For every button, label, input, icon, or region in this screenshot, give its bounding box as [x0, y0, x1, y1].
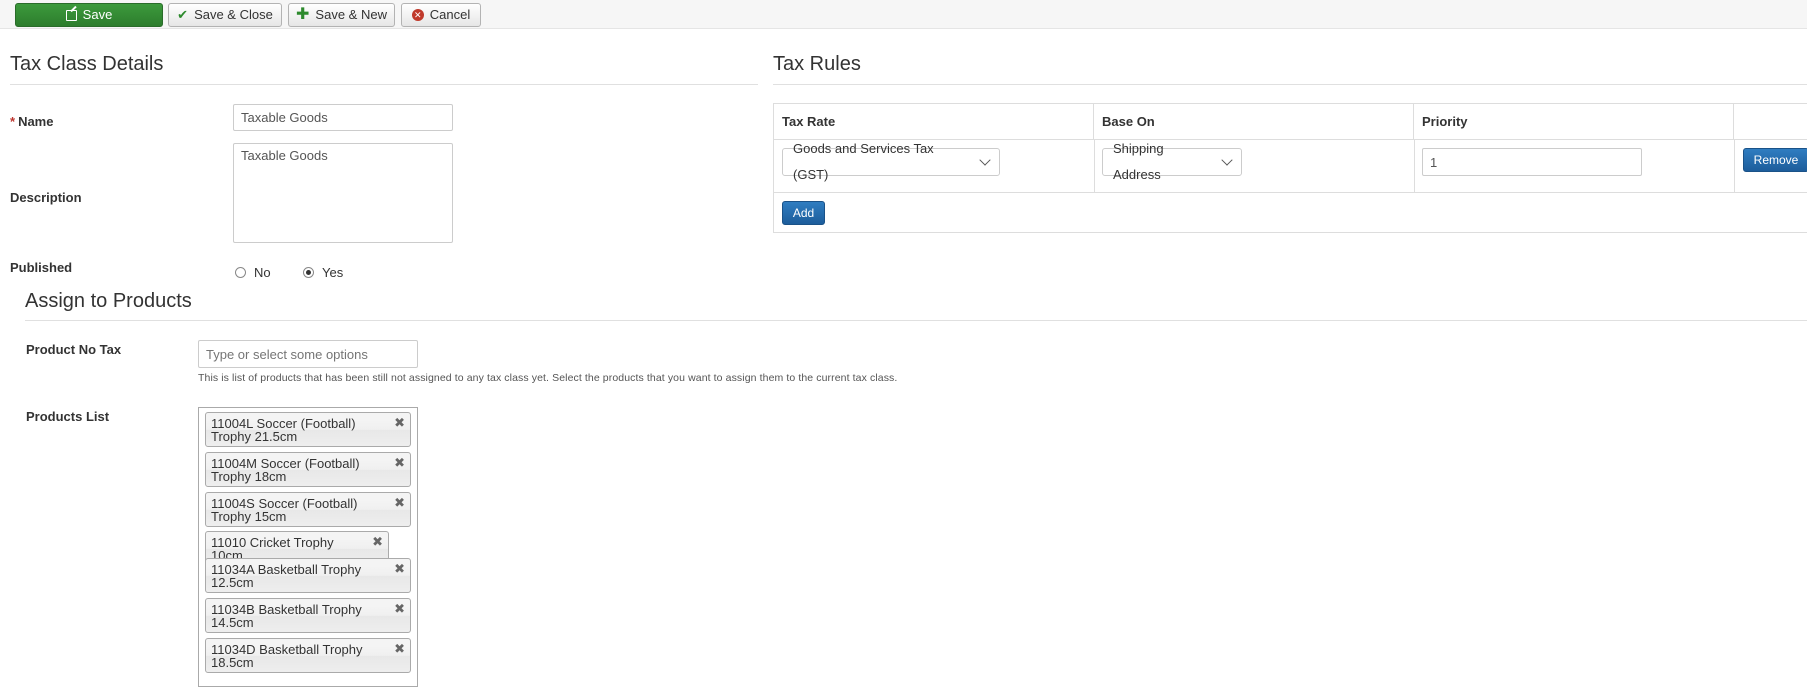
toolbar: Save ✔ Save & Close ✚ Save & New ✕ Cance…	[0, 0, 1807, 29]
divider	[25, 320, 1807, 321]
product-chip-line2: 18.5cm	[211, 655, 254, 670]
name-label-text: Name	[18, 114, 54, 129]
product-chip-line2: 12.5cm	[211, 575, 254, 590]
published-no-radio[interactable]: No	[235, 265, 271, 280]
cancel-button[interactable]: ✕ Cancel	[401, 3, 481, 27]
column-header-base-on: Base On	[1094, 104, 1414, 139]
remove-chip-icon[interactable]: ✖	[394, 456, 405, 469]
column-header-actions	[1734, 104, 1807, 139]
edit-icon	[65, 9, 77, 21]
product-no-tax-label: Product No Tax	[26, 342, 122, 357]
chevron-down-icon	[1221, 154, 1233, 166]
save-new-button[interactable]: ✚ Save & New	[288, 3, 395, 27]
save-close-button[interactable]: ✔ Save & Close	[168, 3, 282, 27]
save-button[interactable]: Save	[15, 3, 163, 27]
products-list-box[interactable]: 11004L Soccer (Football) Trophy 21.5cm ✖…	[198, 407, 418, 687]
radio-unchecked-icon	[235, 267, 246, 278]
base-on-select[interactable]: Shipping Address	[1102, 141, 1242, 182]
remove-chip-icon[interactable]: ✖	[394, 562, 405, 575]
product-chip: 11034D Basketball Trophy 18.5cm ✖	[205, 638, 411, 673]
cancel-label: Cancel	[429, 7, 471, 22]
products-list-label: Products List	[26, 409, 110, 424]
product-chip-line2: 14.5cm	[211, 615, 254, 630]
remove-chip-icon[interactable]: ✖	[394, 496, 405, 509]
published-label: Published	[10, 260, 73, 275]
remove-chip-icon[interactable]: ✖	[394, 416, 405, 429]
tax-rules-table: Tax Rate Base On Priority Goods and Serv…	[773, 103, 1807, 233]
check-icon: ✔	[177, 7, 189, 22]
product-chip-line2: Trophy 18cm	[211, 469, 287, 484]
remove-chip-icon[interactable]: ✖	[394, 602, 405, 615]
product-chip: 11004S Soccer (Football) Trophy 15cm ✖	[205, 492, 411, 527]
tax-rules-title: Tax Rules	[773, 53, 861, 75]
cell-divider	[1414, 139, 1415, 192]
product-chip-line2: Trophy 21.5cm	[211, 429, 298, 444]
product-chip-line2: Trophy 15cm	[211, 509, 287, 524]
assign-products-title: Assign to Products	[25, 290, 192, 312]
tax-rate-value: Goods and Services Tax (GST)	[793, 141, 934, 182]
remove-chip-icon[interactable]: ✖	[394, 642, 405, 655]
save-button-label: Save	[82, 7, 113, 22]
tax-rate-select[interactable]: Goods and Services Tax (GST)	[782, 141, 1000, 182]
cell-divider	[1094, 139, 1095, 192]
row-divider	[774, 192, 1807, 193]
required-marker: *	[10, 114, 16, 129]
description-textarea[interactable]: Taxable Goods	[233, 143, 453, 243]
product-chip: 11034B Basketball Trophy 14.5cm ✖	[205, 598, 411, 633]
product-chip: 11034A Basketball Trophy 12.5cm ✖	[205, 558, 411, 593]
name-label: * Name	[10, 114, 53, 129]
published-yes-radio[interactable]: Yes	[303, 265, 343, 280]
remove-rule-button[interactable]: Remove	[1743, 148, 1807, 172]
product-no-tax-input[interactable]	[198, 340, 418, 368]
description-label: Description	[10, 190, 82, 205]
cell-divider	[1734, 139, 1735, 192]
chevron-down-icon	[979, 154, 991, 166]
published-no-label: No	[254, 265, 271, 280]
published-yes-label: Yes	[322, 265, 344, 280]
divider	[10, 84, 758, 85]
add-rule-button[interactable]: Add	[782, 201, 825, 225]
divider	[773, 84, 1807, 85]
save-new-label: Save & New	[315, 7, 387, 22]
column-header-tax-rate: Tax Rate	[774, 104, 1094, 139]
plus-icon: ✚	[296, 6, 310, 23]
cancel-icon: ✕	[411, 9, 424, 21]
priority-input[interactable]	[1422, 148, 1642, 176]
help-text: This is list of products that has been s…	[198, 372, 898, 384]
tax-class-details-title: Tax Class Details	[10, 53, 164, 75]
base-on-value: Shipping Address	[1113, 141, 1164, 182]
column-header-priority: Priority	[1414, 104, 1734, 139]
name-input[interactable]	[233, 104, 453, 131]
product-chip: 11004L Soccer (Football) Trophy 21.5cm ✖	[205, 412, 411, 447]
radio-checked-icon	[303, 267, 314, 278]
remove-chip-icon[interactable]: ✖	[372, 535, 383, 548]
product-chip: 11004M Soccer (Football) Trophy 18cm ✖	[205, 452, 411, 487]
save-close-label: Save & Close	[194, 7, 273, 22]
